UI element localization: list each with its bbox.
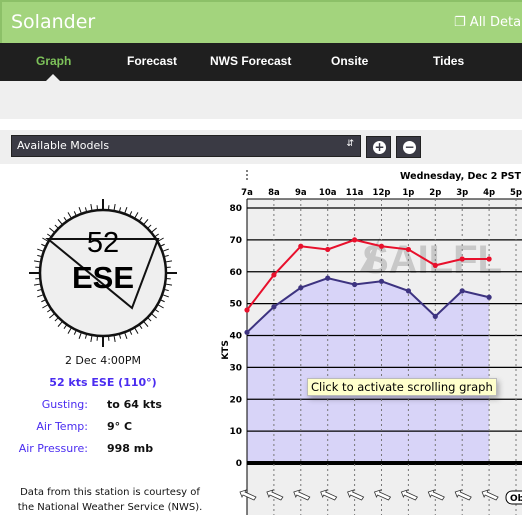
wind-graph[interactable]: SAILFL010203040506070807a 8a 9a 10a 11a 12p 1p… bbox=[220, 165, 522, 515]
add-model-button[interactable]: + bbox=[366, 136, 391, 158]
wind-point bbox=[459, 288, 465, 294]
y-tick-label: 10 bbox=[229, 427, 242, 437]
gust-point bbox=[486, 256, 492, 262]
y-tick-label: 40 bbox=[229, 332, 242, 342]
y-tick-label: 60 bbox=[229, 268, 242, 278]
tab-graph[interactable]: Graph bbox=[36, 54, 71, 68]
gust-point bbox=[432, 262, 438, 268]
tab-bar: Graph Forecast NWS Forecast Onsite Tides bbox=[0, 43, 522, 81]
wind-point bbox=[271, 304, 277, 310]
y-tick-label: 70 bbox=[229, 236, 242, 246]
x-tick-label: 5p bbox=[510, 188, 522, 198]
wind-compass: 52 ESE bbox=[29, 199, 177, 347]
observation-time: 2 Dec 4:00PM bbox=[64, 354, 142, 367]
app-header: Solander ❐ All Details bbox=[0, 0, 522, 43]
gust-point bbox=[298, 243, 304, 249]
gusting-label: Gusting: bbox=[41, 398, 88, 411]
wind-point bbox=[405, 288, 411, 294]
y-tick-label: 20 bbox=[229, 395, 242, 405]
obs-label: Ob bbox=[510, 494, 522, 504]
subheader-band bbox=[0, 81, 522, 119]
select-arrows-icon: ⇵ bbox=[346, 139, 354, 149]
wind-point bbox=[432, 313, 438, 319]
window-restore-icon: ❐ bbox=[454, 15, 466, 30]
wind-point bbox=[378, 278, 385, 284]
gust-point bbox=[459, 256, 465, 262]
gust-point bbox=[405, 246, 411, 253]
y-tick-label: 50 bbox=[229, 300, 242, 310]
wind-area bbox=[247, 278, 490, 463]
x-tick-label: 9a bbox=[295, 188, 307, 198]
scroll-tooltip: Click to activate scrolling graph bbox=[307, 378, 497, 396]
x-tick-label: 1p bbox=[402, 188, 414, 198]
date-label: Wednesday, Dec 2 PST bbox=[400, 171, 522, 182]
plus-circle-icon: + bbox=[373, 140, 386, 154]
tab-nws-forecast[interactable]: NWS Forecast bbox=[210, 54, 291, 68]
y-tick-label: 30 bbox=[229, 363, 242, 373]
y-axis-label: KTS bbox=[221, 340, 231, 360]
gust-point bbox=[271, 272, 277, 278]
gust-point bbox=[244, 307, 250, 313]
gusting-value: to 64 kts bbox=[107, 398, 162, 411]
models-select[interactable]: Available Models ⇵ bbox=[11, 135, 361, 157]
gust-point bbox=[325, 246, 331, 253]
wind-point bbox=[325, 275, 331, 281]
station-panel: 52 ESE 2 Dec 4:00PM 52 kts ESE (110°) Gu… bbox=[0, 165, 220, 515]
x-tick-label: 10a bbox=[319, 188, 337, 198]
x-tick-label: 11a bbox=[346, 188, 364, 198]
remove-model-button[interactable]: − bbox=[396, 136, 421, 158]
x-tick-label: 8a bbox=[268, 188, 280, 198]
tab-forecast[interactable]: Forecast bbox=[127, 54, 177, 68]
wind-summary: 52 kts ESE (110°) bbox=[49, 376, 157, 389]
x-tick-label: 3p bbox=[456, 188, 468, 198]
wind-point bbox=[486, 294, 492, 300]
tab-onsite[interactable]: Onsite bbox=[331, 54, 368, 68]
x-tick-label: 12p bbox=[373, 188, 391, 198]
all-details-link[interactable]: ❐ All Details bbox=[454, 15, 522, 30]
wind-point bbox=[244, 329, 250, 335]
station-title: Solander bbox=[11, 11, 96, 33]
air-pressure-label: Air Pressure: bbox=[18, 442, 88, 455]
y-tick-label: 80 bbox=[229, 204, 242, 214]
wind-point bbox=[352, 281, 358, 288]
air-pressure-value: 998 mb bbox=[107, 442, 154, 455]
air-temp-label: Air Temp: bbox=[36, 420, 88, 433]
data-courtesy-note: Data from this station is courtesy of the… bbox=[17, 487, 203, 513]
minus-circle-icon: − bbox=[403, 140, 416, 154]
air-temp-value: 9° C bbox=[107, 420, 133, 433]
gust-point bbox=[352, 237, 358, 243]
y-tick-label: 0 bbox=[236, 459, 242, 469]
tab-tides[interactable]: Tides bbox=[433, 54, 464, 68]
active-tab-caret bbox=[46, 74, 60, 81]
x-tick-label: 2p bbox=[429, 188, 441, 198]
compass-speed: 52 bbox=[87, 227, 119, 259]
compass-direction: ESE bbox=[72, 260, 134, 295]
x-tick-label: 7a bbox=[241, 188, 253, 198]
wind-point bbox=[298, 285, 304, 291]
gust-point bbox=[378, 243, 385, 249]
x-tick-label: 4p bbox=[483, 188, 495, 198]
